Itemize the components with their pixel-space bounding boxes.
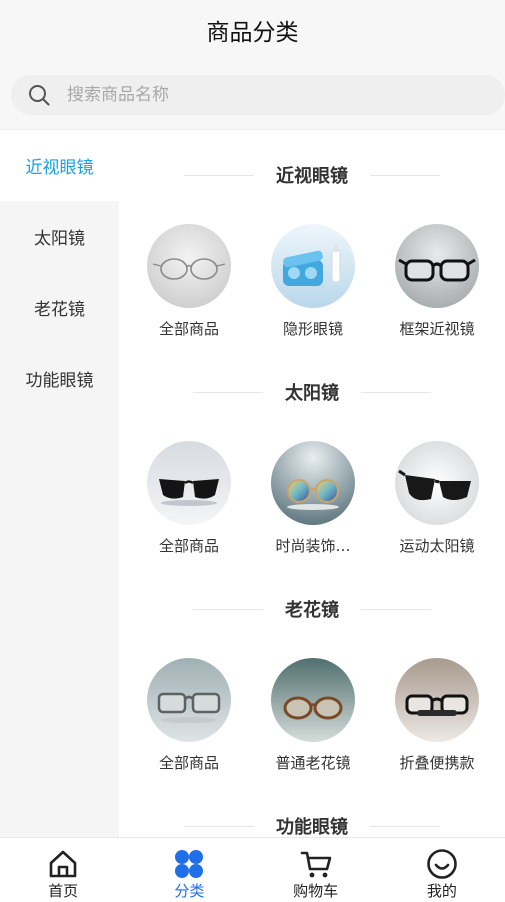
sidebar-item-reading-glasses[interactable]: 老花镜 — [0, 272, 119, 343]
divider — [184, 825, 254, 827]
product-label: 全部商品 — [158, 754, 219, 772]
product-label: 时尚装饰… — [275, 537, 351, 555]
product-label: 全部商品 — [158, 537, 219, 555]
divider — [361, 391, 431, 393]
product-label: 普通老花镜 — [275, 754, 351, 772]
bottom-tab-bar: 首页 分类 购物车 我的 — [0, 837, 505, 902]
product-grid: 全部商品 隐形眼镜 框架近视镜 — [119, 224, 505, 344]
product-item[interactable]: 折叠便携款 — [375, 658, 499, 773]
thin-frame-glasses-image — [147, 224, 231, 308]
product-item[interactable]: 框架近视镜 — [375, 224, 499, 339]
tab-label: 购物车 — [293, 882, 339, 900]
section-title-text: 老花镜 — [285, 600, 339, 621]
divider — [193, 391, 263, 393]
product-item[interactable]: 全部商品 — [127, 658, 251, 773]
tab-profile[interactable]: 我的 — [379, 838, 505, 902]
section-title: 近视眼镜 — [119, 160, 505, 190]
tab-label: 首页 — [48, 882, 79, 900]
divider — [370, 174, 440, 176]
section-title: 太阳镜 — [119, 377, 505, 407]
section-title-text: 近视眼镜 — [276, 166, 348, 187]
sidebar-item-label: 老花镜 — [34, 300, 85, 320]
black-frame-glasses-image — [395, 224, 479, 308]
category-content: 近视眼镜 全部商品 隐形眼镜 框架近视镜 太阳镜 全部商品 时尚装饰… 运动太阳… — [119, 130, 505, 837]
sidebar-item-myopia[interactable]: 近视眼镜 — [0, 130, 119, 201]
tortoise-reading-glasses-image — [271, 658, 355, 742]
folding-reading-glasses-image — [395, 658, 479, 742]
search-input[interactable] — [65, 84, 449, 106]
sport-sunglasses-image — [395, 441, 479, 525]
section-title: 老花镜 — [119, 594, 505, 624]
home-icon — [49, 850, 77, 878]
page-title: 商品分类 — [206, 20, 299, 46]
sidebar-item-sunglasses[interactable]: 太阳镜 — [0, 201, 119, 272]
black-sunglasses-image — [147, 441, 231, 525]
tab-cart[interactable]: 购物车 — [253, 838, 379, 902]
sidebar-item-label: 功能眼镜 — [25, 371, 94, 391]
tab-home[interactable]: 首页 — [0, 838, 126, 902]
product-label: 框架近视镜 — [399, 320, 475, 338]
product-label: 隐形眼镜 — [282, 320, 343, 338]
cart-icon — [300, 851, 331, 878]
section-title: 功能眼镜 — [119, 811, 505, 837]
tab-label: 我的 — [426, 882, 457, 900]
search-icon — [29, 85, 50, 106]
category-sidebar: 近视眼镜 太阳镜 老花镜 功能眼镜 — [0, 130, 119, 837]
product-item[interactable]: 全部商品 — [127, 224, 251, 339]
divider — [361, 608, 431, 610]
mirrored-sunglasses-image — [271, 441, 355, 525]
product-item[interactable]: 普通老花镜 — [251, 658, 375, 773]
sidebar-item-functional-glasses[interactable]: 功能眼镜 — [0, 343, 119, 414]
search-bar — [0, 60, 505, 130]
section-title-text: 功能眼镜 — [276, 817, 348, 837]
product-label: 全部商品 — [158, 320, 219, 338]
product-item[interactable]: 全部商品 — [127, 441, 251, 556]
category-icon — [175, 850, 204, 878]
product-label: 折叠便携款 — [399, 754, 475, 772]
divider — [193, 608, 263, 610]
product-item[interactable]: 运动太阳镜 — [375, 441, 499, 556]
sidebar-item-label: 近视眼镜 — [25, 158, 94, 178]
section-title-text: 太阳镜 — [285, 383, 339, 404]
product-item[interactable]: 隐形眼镜 — [251, 224, 375, 339]
search-box[interactable] — [11, 75, 505, 115]
gray-reading-glasses-image — [147, 658, 231, 742]
profile-icon — [427, 849, 457, 879]
divider — [184, 174, 254, 176]
product-grid: 全部商品 普通老花镜 折叠便携款 — [119, 658, 505, 778]
contact-lens-case-image — [271, 224, 355, 308]
tab-label: 分类 — [174, 882, 205, 900]
sidebar-item-label: 太阳镜 — [34, 229, 85, 249]
product-grid: 全部商品 时尚装饰… 运动太阳镜 — [119, 441, 505, 561]
page-header: 商品分类 — [0, 0, 505, 60]
product-item[interactable]: 时尚装饰… — [251, 441, 375, 556]
product-label: 运动太阳镜 — [399, 537, 475, 555]
tab-category[interactable]: 分类 — [126, 838, 252, 902]
divider — [370, 825, 440, 827]
